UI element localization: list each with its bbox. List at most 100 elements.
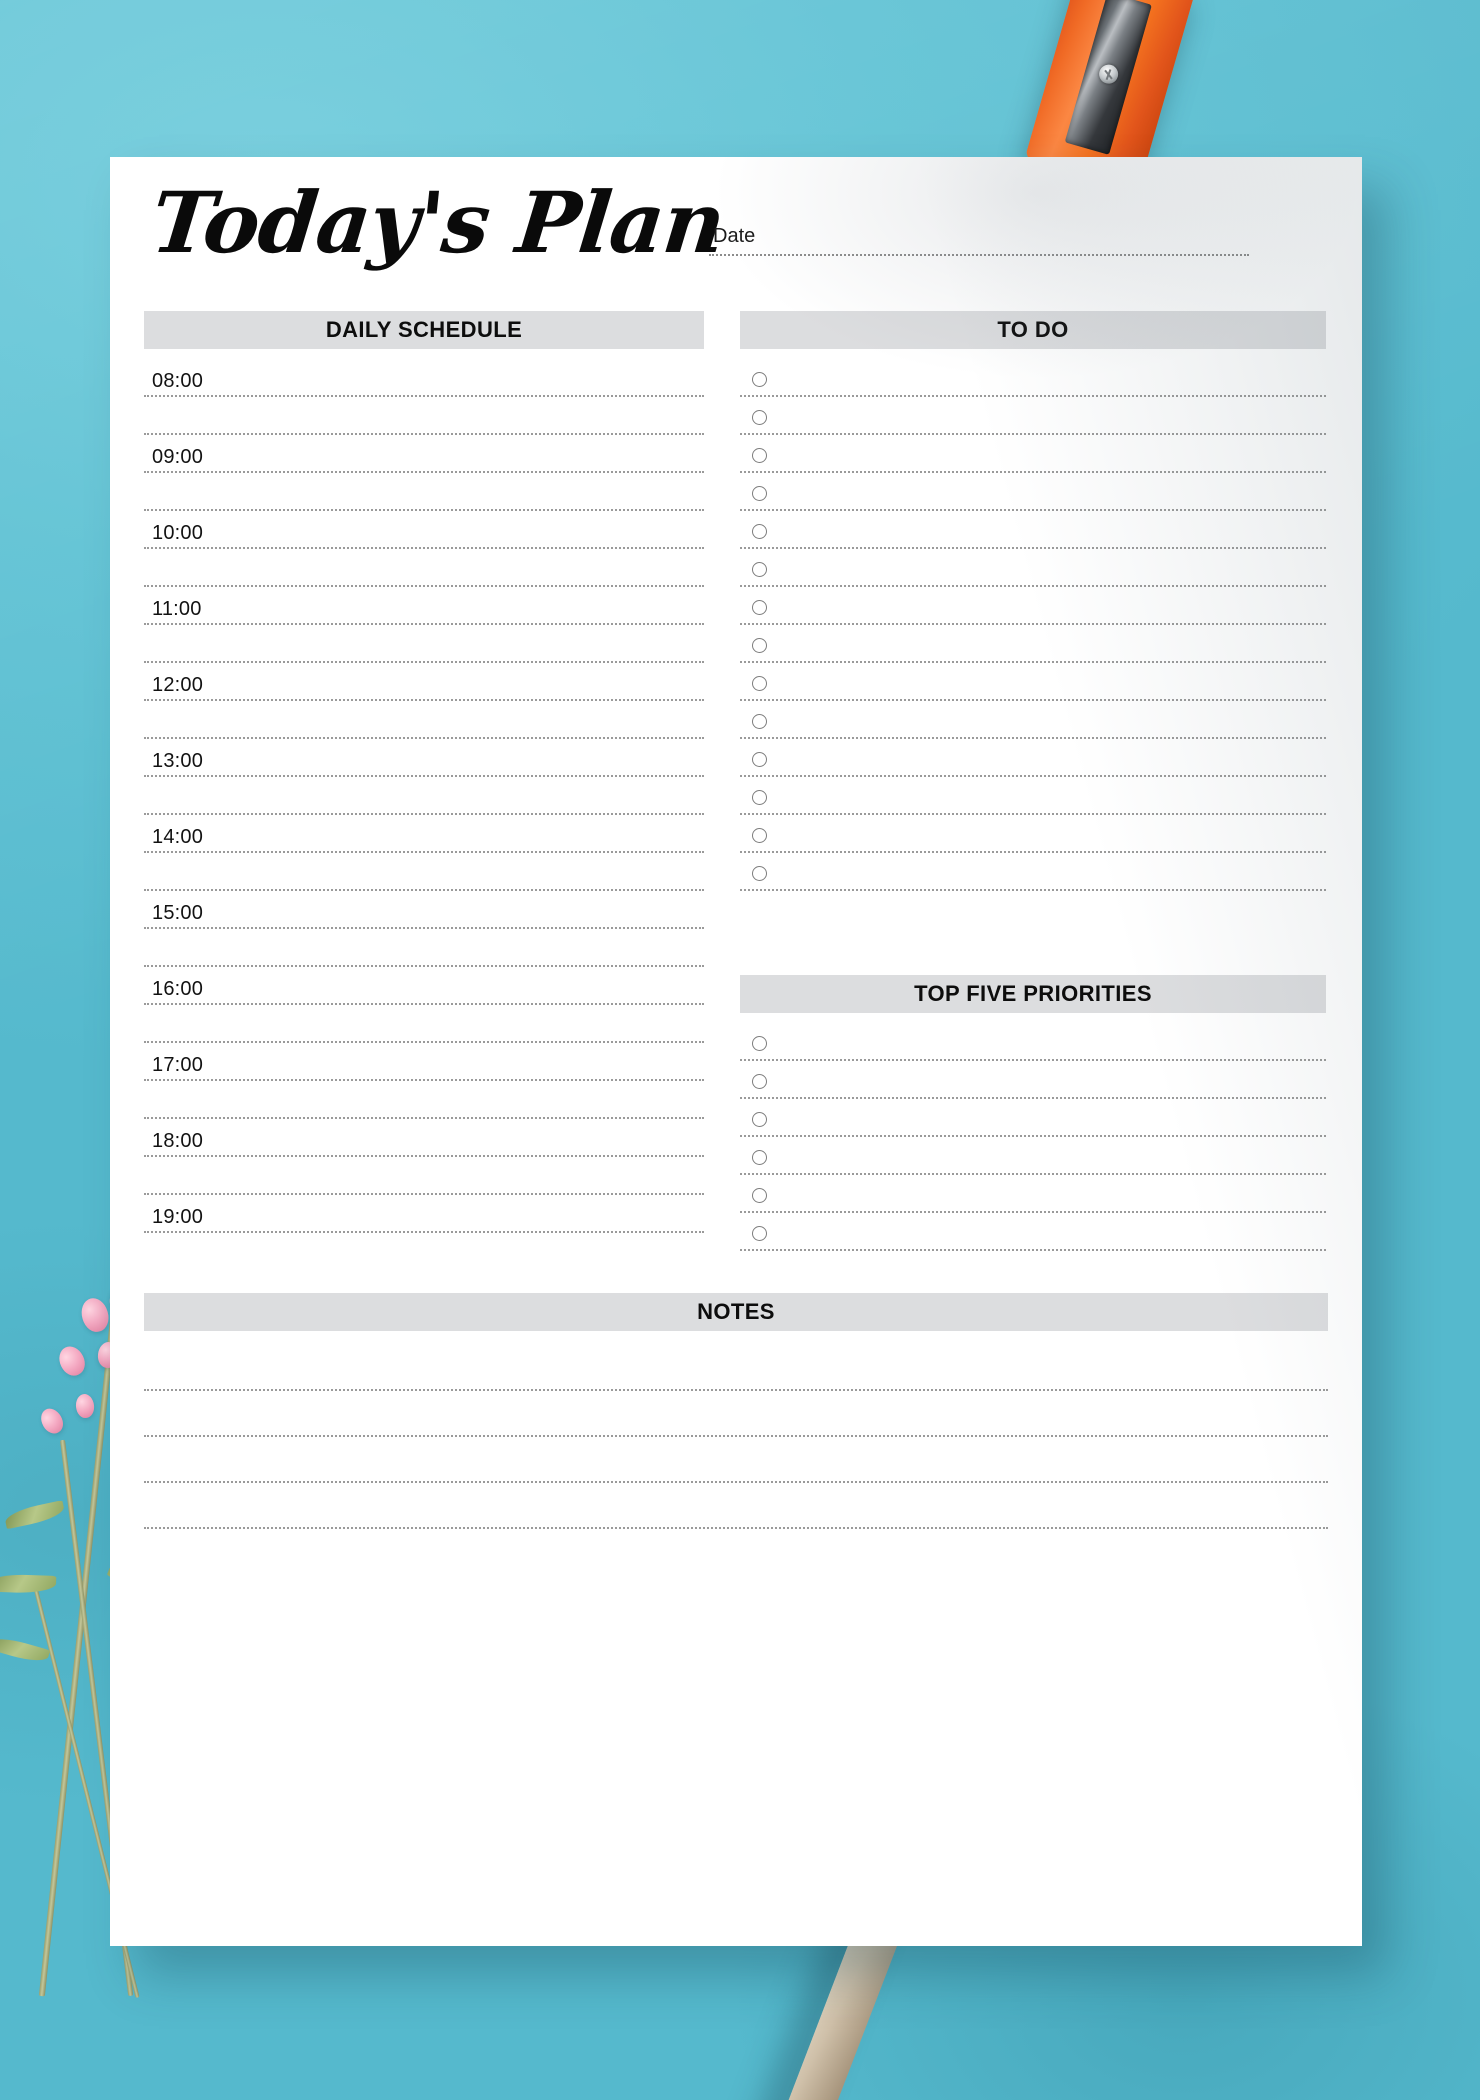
schedule-slot[interactable]: 08:00 bbox=[144, 359, 704, 397]
schedule-slot-time: 08:00 bbox=[152, 370, 204, 392]
checkbox-circle-icon[interactable] bbox=[752, 1112, 767, 1127]
to-do-item[interactable] bbox=[740, 435, 1326, 473]
schedule-slot[interactable]: 16:00 bbox=[144, 967, 704, 1005]
checkbox-circle-icon[interactable] bbox=[752, 1150, 767, 1165]
checkbox-circle-icon[interactable] bbox=[752, 1074, 767, 1089]
to-do-item[interactable] bbox=[740, 777, 1326, 815]
schedule-slot-time: 11:00 bbox=[152, 598, 202, 620]
priority-item[interactable] bbox=[740, 1137, 1326, 1175]
schedule-slot[interactable]: 19:00 bbox=[144, 1195, 704, 1233]
schedule-slot-time: 09:00 bbox=[152, 446, 204, 468]
notes-heading: NOTES bbox=[144, 1293, 1328, 1331]
checkbox-circle-icon[interactable] bbox=[752, 828, 767, 843]
daily-schedule-heading: DAILY SCHEDULE bbox=[144, 311, 704, 349]
schedule-slot[interactable]: 17:00 bbox=[144, 1043, 704, 1081]
schedule-slot-time: 10:00 bbox=[152, 522, 204, 544]
main-columns: DAILY SCHEDULE 08:00 09:00 10:00 11:00 12:00… bbox=[144, 311, 1328, 1251]
to-do-heading: TO DO bbox=[740, 311, 1326, 349]
schedule-slot[interactable]: 11:00 bbox=[144, 587, 704, 625]
page-title: Today's Plan bbox=[146, 173, 729, 272]
to-do-item[interactable] bbox=[740, 397, 1326, 435]
schedule-slot[interactable] bbox=[144, 929, 704, 967]
schedule-slot[interactable]: 09:00 bbox=[144, 435, 704, 473]
checkbox-circle-icon[interactable] bbox=[752, 714, 767, 729]
schedule-slot[interactable] bbox=[144, 853, 704, 891]
schedule-slot[interactable] bbox=[144, 473, 704, 511]
checkbox-circle-icon[interactable] bbox=[752, 1188, 767, 1203]
to-do-item[interactable] bbox=[740, 473, 1326, 511]
checkbox-circle-icon[interactable] bbox=[752, 562, 767, 577]
schedule-slot[interactable]: 14:00 bbox=[144, 815, 704, 853]
schedule-slot[interactable]: 12:00 bbox=[144, 663, 704, 701]
to-do-item[interactable] bbox=[740, 511, 1326, 549]
checkbox-circle-icon[interactable] bbox=[752, 600, 767, 615]
schedule-slot[interactable] bbox=[144, 397, 704, 435]
checkbox-circle-icon[interactable] bbox=[752, 752, 767, 767]
to-do-item[interactable] bbox=[740, 625, 1326, 663]
schedule-slot[interactable]: 10:00 bbox=[144, 511, 704, 549]
schedule-slot[interactable]: 13:00 bbox=[144, 739, 704, 777]
schedule-slot[interactable] bbox=[144, 1157, 704, 1195]
priority-item[interactable] bbox=[740, 1213, 1326, 1251]
to-do-item[interactable] bbox=[740, 663, 1326, 701]
schedule-slot[interactable]: 18:00 bbox=[144, 1119, 704, 1157]
schedule-slot-list: 08:00 09:00 10:00 11:00 12:00 13:00 14:00 15:00… bbox=[144, 359, 704, 1233]
checkbox-circle-icon[interactable] bbox=[752, 638, 767, 653]
sharpener-screw bbox=[1096, 62, 1121, 86]
schedule-slot-time: 19:00 bbox=[152, 1206, 204, 1228]
schedule-slot-time: 12:00 bbox=[152, 674, 204, 696]
date-label: Date bbox=[713, 225, 756, 247]
to-do-item[interactable] bbox=[740, 739, 1326, 777]
priority-item[interactable] bbox=[740, 1023, 1326, 1061]
checkbox-circle-icon[interactable] bbox=[752, 410, 767, 425]
sharpener-blade bbox=[1064, 0, 1152, 155]
notes-line[interactable] bbox=[144, 1391, 1328, 1437]
priority-item[interactable] bbox=[740, 1099, 1326, 1137]
to-do-item[interactable] bbox=[740, 587, 1326, 625]
to-do-item[interactable] bbox=[740, 549, 1326, 587]
notes-line-list bbox=[144, 1345, 1328, 1529]
schedule-slot[interactable] bbox=[144, 549, 704, 587]
notes-writing-line[interactable] bbox=[144, 1527, 1328, 1529]
checkbox-circle-icon[interactable] bbox=[752, 372, 767, 387]
checkbox-circle-icon[interactable] bbox=[752, 486, 767, 501]
priorities-list bbox=[740, 1023, 1326, 1251]
schedule-slot-time: 18:00 bbox=[152, 1130, 204, 1152]
schedule-slot-writing-line[interactable] bbox=[144, 1231, 704, 1233]
schedule-slot-time: 15:00 bbox=[152, 902, 204, 924]
schedule-slot-time: 17:00 bbox=[152, 1054, 204, 1076]
schedule-slot-time: 13:00 bbox=[152, 750, 204, 772]
to-do-item[interactable] bbox=[740, 359, 1326, 397]
to-do-item[interactable] bbox=[740, 853, 1326, 891]
notes-line[interactable] bbox=[144, 1437, 1328, 1483]
page-header: Today's Plan Date bbox=[144, 173, 1328, 309]
schedule-slot[interactable] bbox=[144, 701, 704, 739]
checklist-writing-line[interactable] bbox=[740, 1249, 1326, 1251]
daily-schedule-column: DAILY SCHEDULE 08:00 09:00 10:00 11:00 12:00… bbox=[144, 311, 704, 1251]
date-input-line[interactable] bbox=[709, 254, 1249, 256]
to-do-item[interactable] bbox=[740, 815, 1326, 853]
priority-item[interactable] bbox=[740, 1061, 1326, 1099]
notes-line[interactable] bbox=[144, 1483, 1328, 1529]
checkbox-circle-icon[interactable] bbox=[752, 1036, 767, 1051]
schedule-slot[interactable]: 15:00 bbox=[144, 891, 704, 929]
notes-line[interactable] bbox=[144, 1345, 1328, 1391]
checkbox-circle-icon[interactable] bbox=[752, 1226, 767, 1241]
schedule-slot[interactable] bbox=[144, 777, 704, 815]
checkbox-circle-icon[interactable] bbox=[752, 448, 767, 463]
checkbox-circle-icon[interactable] bbox=[752, 524, 767, 539]
schedule-slot-time: 16:00 bbox=[152, 978, 204, 1000]
top-five-priorities-section: TOP FIVE PRIORITIES bbox=[740, 975, 1326, 1251]
schedule-slot[interactable] bbox=[144, 1005, 704, 1043]
checkbox-circle-icon[interactable] bbox=[752, 676, 767, 691]
schedule-slot[interactable] bbox=[144, 625, 704, 663]
checklist-writing-line[interactable] bbox=[740, 889, 1326, 891]
right-column: TO DO TOP FIVE PRIORITIES bbox=[740, 311, 1326, 1251]
priority-item[interactable] bbox=[740, 1175, 1326, 1213]
schedule-slot-time: 14:00 bbox=[152, 826, 204, 848]
to-do-item[interactable] bbox=[740, 701, 1326, 739]
schedule-slot[interactable] bbox=[144, 1081, 704, 1119]
notes-section: NOTES bbox=[144, 1293, 1328, 1529]
checkbox-circle-icon[interactable] bbox=[752, 866, 767, 881]
checkbox-circle-icon[interactable] bbox=[752, 790, 767, 805]
